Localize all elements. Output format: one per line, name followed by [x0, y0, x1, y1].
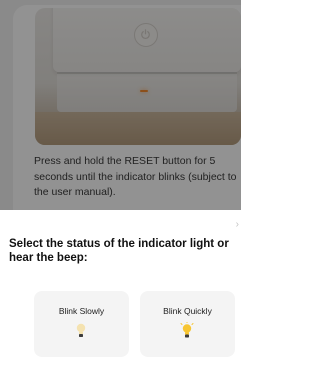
bulb-lit-icon — [180, 320, 194, 345]
blink-slowly-option[interactable]: Blink Slowly — [34, 291, 129, 357]
screen: Press and hold the RESET button for 5 se… — [0, 0, 241, 370]
status-options: Blink Slowly Blink Quickly — [34, 291, 240, 357]
sheet-title: Select the status of the indicator light… — [9, 238, 229, 264]
option-label: Blink Quickly — [163, 306, 212, 316]
chevron-right-icon[interactable]: › — [236, 219, 239, 230]
blink-quickly-option[interactable]: Blink Quickly — [140, 291, 235, 357]
status-bottom-sheet: › Select the status of the indicator lig… — [0, 210, 241, 370]
option-label: Blink Slowly — [58, 306, 105, 316]
bulb-dim-icon — [74, 322, 88, 345]
